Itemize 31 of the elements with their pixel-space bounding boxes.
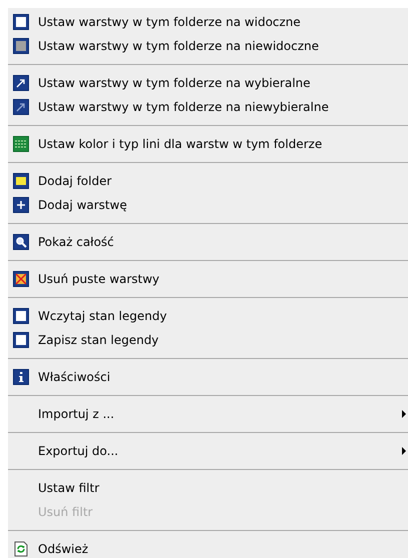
square-icon <box>13 332 29 348</box>
menu-item[interactable]: Ustaw kolor i typ lini dla warstw w tym folderze <box>8 132 408 156</box>
menu-item[interactable]: Ustaw warstwy w tym folderze na wybieralne <box>8 71 408 95</box>
folder-icon <box>13 173 29 189</box>
square-icon <box>13 38 29 54</box>
menu-item[interactable]: Dodaj warstwę <box>8 193 408 217</box>
menu-item[interactable]: Usuń puste warstwy <box>8 267 408 291</box>
square-icon <box>13 14 29 30</box>
menu-item[interactable]: Dodaj folder <box>8 169 408 193</box>
menu-item[interactable]: Ustaw warstwy w tym folderze na niewybieralne <box>8 95 408 119</box>
plus-icon <box>13 197 29 213</box>
menu-item[interactable]: Ustaw filtr <box>8 476 408 500</box>
square-icon <box>13 308 29 324</box>
menu-item[interactable]: Importuj z ... <box>8 402 408 426</box>
menu-item[interactable]: Wczytaj stan legendy <box>8 304 408 328</box>
search-icon <box>13 234 29 250</box>
info-icon <box>13 369 29 385</box>
menu-item[interactable]: Ustaw warstwy w tym folderze na niewidoczne <box>8 34 408 58</box>
arrow-icon <box>13 99 29 115</box>
menu-item[interactable]: Właściwości <box>8 365 408 389</box>
menu-item[interactable]: Ustaw warstwy w tym folderze na widoczne <box>8 10 408 34</box>
menu-item[interactable]: Exportuj do... <box>8 439 408 463</box>
grid-icon <box>13 136 29 152</box>
menu-item[interactable]: Pokaż całość <box>8 230 408 254</box>
cross-icon <box>13 271 29 287</box>
refresh-icon <box>13 541 29 557</box>
menu-item[interactable]: Odśwież <box>8 537 408 558</box>
arrow-icon <box>13 75 29 91</box>
menu-item[interactable]: Zapisz stan legendy <box>8 328 408 352</box>
submenu-arrow-icon <box>402 410 406 418</box>
submenu-arrow-icon <box>402 447 406 455</box>
